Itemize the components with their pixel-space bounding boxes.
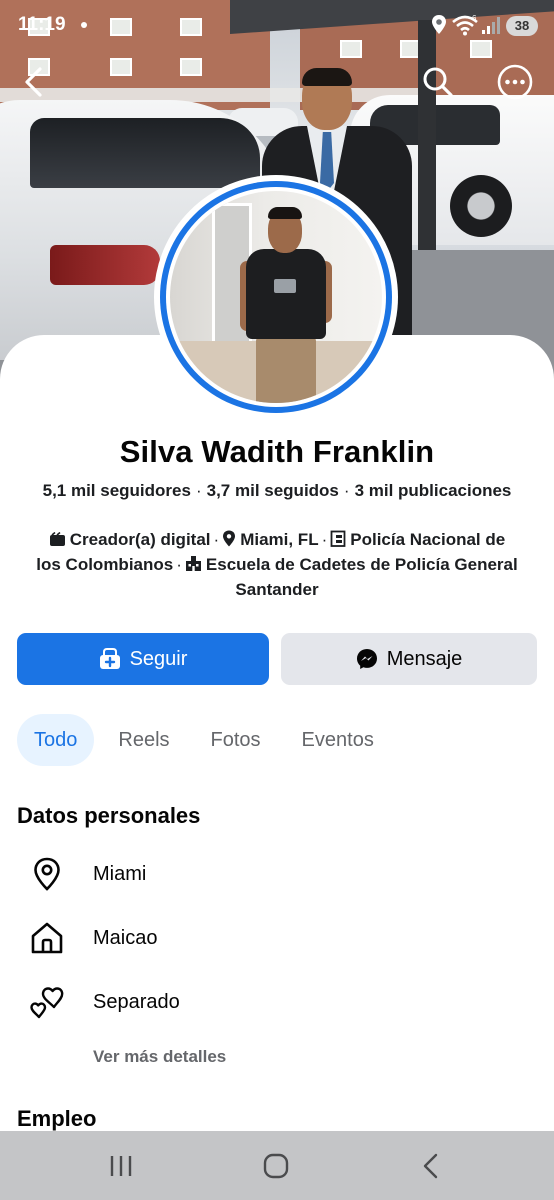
info-relationship: Separado bbox=[93, 990, 180, 1013]
more-icon bbox=[497, 64, 533, 100]
info-hometown[interactable]: Maicao bbox=[93, 927, 157, 950]
personal-data-title: Datos personales bbox=[17, 803, 201, 828]
tab-todo[interactable]: Todo bbox=[17, 714, 95, 766]
nav-back-icon bbox=[423, 1153, 438, 1179]
status-time: 11:19 bbox=[18, 14, 66, 35]
profile-details: Creador(a) digital · Miami, FL · Policía Nac… bbox=[36, 530, 518, 599]
followers-count[interactable]: 5,1 mil seguidores bbox=[43, 481, 191, 500]
following-count[interactable]: 3,7 mil seguidos bbox=[207, 481, 339, 500]
status-bar: 11:19 6 38 bbox=[0, 0, 554, 52]
home-button-icon bbox=[263, 1153, 289, 1179]
back-arrow-icon bbox=[25, 67, 42, 97]
follow-button[interactable]: Seguir bbox=[17, 633, 269, 685]
messenger-icon bbox=[356, 648, 378, 670]
profile-stats: 5,1 mil seguidores · 3,7 mil seguidos · 3 mi… bbox=[42, 481, 512, 500]
location-status-icon bbox=[432, 15, 446, 34]
info-row-relationship: Separado bbox=[28, 982, 528, 1022]
profile-picture[interactable] bbox=[154, 175, 398, 419]
system-navigation-bar bbox=[0, 1131, 554, 1200]
recents-button[interactable] bbox=[101, 1149, 141, 1183]
system-back-button[interactable] bbox=[411, 1149, 451, 1183]
signal-icon bbox=[482, 17, 500, 34]
more-options-button[interactable] bbox=[497, 64, 533, 100]
tab-fotos[interactable]: Fotos bbox=[194, 714, 278, 766]
detail-work[interactable]: Policía Nacional de bbox=[350, 530, 505, 549]
school-icon bbox=[185, 555, 202, 578]
hearts-icon bbox=[28, 983, 66, 1021]
info-row-hometown: Maicao bbox=[28, 918, 528, 958]
tab-eventos[interactable]: Eventos bbox=[285, 714, 391, 766]
detail-location: Miami, FL bbox=[240, 530, 319, 549]
see-more-details-link[interactable]: Ver más detalles bbox=[93, 1047, 226, 1067]
creator-icon bbox=[49, 530, 66, 553]
posts-count: 3 mil publicaciones bbox=[354, 481, 512, 500]
wifi-icon: 6 bbox=[452, 14, 478, 36]
tab-reels[interactable]: Reels bbox=[101, 714, 186, 766]
svg-text:6: 6 bbox=[472, 14, 477, 23]
battery-indicator: 38 bbox=[506, 16, 538, 36]
message-button[interactable]: Mensaje bbox=[281, 633, 537, 685]
message-label: Mensaje bbox=[386, 647, 463, 670]
back-button[interactable] bbox=[16, 64, 52, 100]
location-pin-icon bbox=[28, 855, 66, 893]
work-building-icon bbox=[330, 530, 346, 553]
info-current-city[interactable]: Miami bbox=[93, 863, 146, 886]
detail-education-continued[interactable]: Santander bbox=[235, 580, 318, 599]
search-button[interactable] bbox=[420, 64, 456, 100]
profile-name: Silva Wadith Franklin bbox=[119, 434, 435, 469]
add-friend-icon bbox=[99, 648, 121, 670]
recents-icon bbox=[110, 1156, 132, 1176]
avatar bbox=[170, 191, 382, 403]
info-row-current-city: Miami bbox=[28, 854, 528, 894]
home-button[interactable] bbox=[256, 1149, 296, 1183]
follow-label: Seguir bbox=[129, 647, 188, 670]
detail-education[interactable]: Escuela de Cadetes de Policía General bbox=[206, 555, 518, 574]
profile-tabs: Todo Reels Fotos Eventos bbox=[17, 714, 398, 766]
employment-title: Empleo bbox=[17, 1106, 97, 1131]
notification-dot-icon bbox=[81, 22, 87, 28]
detail-work-continued[interactable]: los Colombianos bbox=[36, 555, 173, 574]
location-pin-small-icon bbox=[222, 530, 236, 553]
home-icon bbox=[28, 919, 66, 957]
cover-carport-pillar bbox=[418, 20, 436, 250]
detail-category: Creador(a) digital bbox=[69, 530, 211, 549]
search-icon bbox=[423, 67, 453, 97]
